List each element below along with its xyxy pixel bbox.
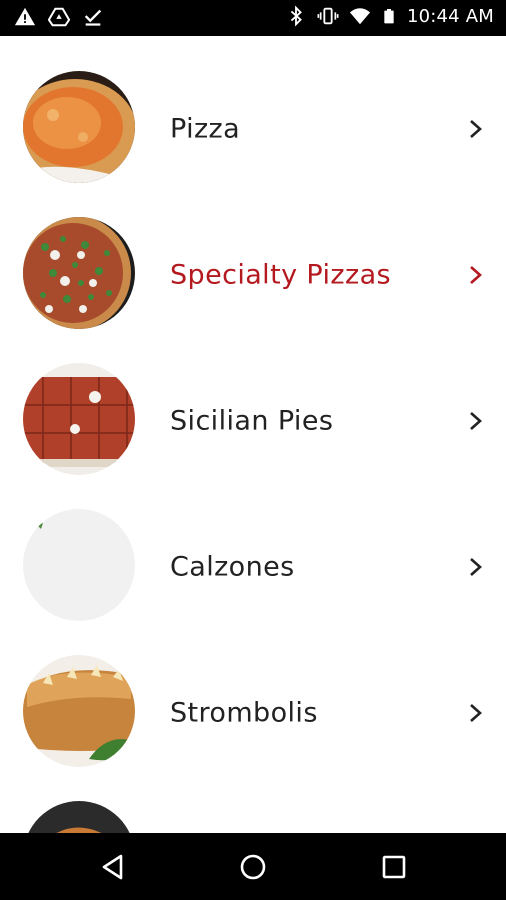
category-label: Sicilian Pies <box>170 405 334 437</box>
category-row-partial[interactable] <box>0 786 506 833</box>
recents-icon[interactable] <box>378 851 410 883</box>
pizza-thumbnail <box>23 71 135 183</box>
category-row-pizza[interactable]: Pizza <box>0 56 506 202</box>
vibrate-icon <box>317 7 339 25</box>
bluetooth-icon <box>290 5 302 27</box>
category-row-specialty-pizzas[interactable]: Specialty Pizzas <box>0 202 506 348</box>
chevron-right-icon <box>470 120 482 138</box>
category-label: Calzones <box>170 551 295 583</box>
category-list: Pizza Specialty Pizzas Sicilian Pies Cal… <box>0 36 506 833</box>
system-nav-bar <box>0 833 506 900</box>
calzone-thumbnail <box>23 509 135 621</box>
clock: 10:44 AM <box>406 5 494 27</box>
specialty-pizza-thumbnail <box>23 217 135 329</box>
chevron-right-icon <box>470 704 482 722</box>
chevron-right-icon <box>470 266 482 284</box>
category-label: Specialty Pizzas <box>170 259 391 291</box>
drive-icon <box>48 7 70 27</box>
stromboli-thumbnail <box>23 655 135 767</box>
category-row-calzones[interactable]: Calzones <box>0 494 506 640</box>
wifi-icon <box>349 8 371 25</box>
category-row-sicilian-pies[interactable]: Sicilian Pies <box>0 348 506 494</box>
category-label: Strombolis <box>170 697 318 729</box>
back-icon[interactable] <box>97 851 129 883</box>
category-row-strombolis[interactable]: Strombolis <box>0 640 506 786</box>
category-label: Pizza <box>170 113 241 145</box>
download-done-icon <box>84 9 102 26</box>
status-bar: 10:44 AM <box>0 0 506 36</box>
battery-icon <box>384 9 394 24</box>
chevron-right-icon <box>470 558 482 576</box>
next-category-thumbnail <box>23 801 135 833</box>
warning-icon <box>14 7 36 26</box>
home-icon[interactable] <box>237 851 269 883</box>
sicilian-pie-thumbnail <box>23 363 135 475</box>
chevron-right-icon <box>470 412 482 430</box>
